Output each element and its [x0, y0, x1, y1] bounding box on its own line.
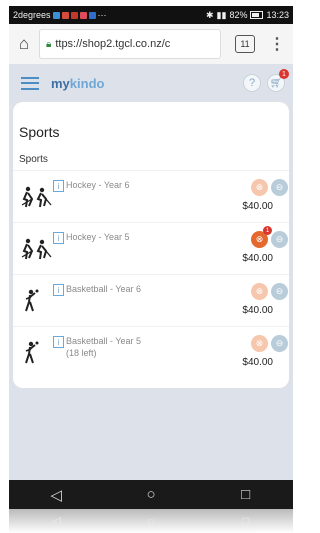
hockey-icon: [21, 186, 52, 208]
browser-menu-icon[interactable]: ⋮: [269, 34, 285, 54]
remove-from-cart-button[interactable]: ⊖: [271, 283, 288, 300]
mykindo-logo[interactable]: mykindo: [51, 76, 104, 91]
cart-count-badge: 1: [279, 69, 289, 79]
notification-icon: [61, 11, 69, 19]
cart-button[interactable]: 🛒︎ 1: [267, 69, 289, 92]
item-name[interactable]: Hockey - Year 5: [66, 232, 130, 242]
url-text: ttps://shop2.tgcl.co.nz/c: [55, 38, 171, 50]
hamburger-menu-icon[interactable]: [21, 76, 39, 90]
info-icon[interactable]: i: [53, 232, 64, 244]
shop-content-card: Sports Sports i Hockey - Year 6 ⊗ ⊖ $40.…: [13, 102, 289, 388]
section-title: Sports: [19, 154, 48, 165]
item-stock-note: (18 left): [66, 348, 97, 358]
item-price: $40.00: [242, 357, 273, 368]
notification-icon: [88, 11, 96, 19]
item-price: $40.00: [242, 201, 273, 212]
basketball-icon: [25, 341, 39, 364]
more-notifications-icon: ···: [97, 10, 107, 20]
info-icon[interactable]: i: [53, 284, 64, 296]
clock: 13:23: [266, 10, 289, 20]
info-icon[interactable]: i: [53, 180, 64, 192]
back-icon[interactable]: ◁: [36, 486, 76, 504]
notification-icon: [79, 11, 87, 19]
item-price: $40.00: [242, 305, 273, 316]
list-item[interactable]: i Basketball - Year 6 ⊗ ⊖ $40.00: [13, 274, 289, 327]
item-name[interactable]: Basketball - Year 6: [66, 284, 141, 294]
phone-screen: 2degrees ··· ✱ ▮▮ 82% 13:23 ⌂ 🔒︎ ttps://…: [9, 6, 293, 509]
carrier-label: 2degrees: [13, 10, 51, 20]
item-name[interactable]: Hockey - Year 6: [66, 180, 130, 190]
help-icon[interactable]: ?: [243, 74, 261, 92]
info-icon[interactable]: i: [53, 336, 64, 348]
basketball-icon: [25, 289, 39, 312]
remove-from-cart-button[interactable]: ⊖: [271, 335, 288, 352]
recents-icon-reflection: □: [242, 514, 250, 528]
notification-icon: [52, 11, 60, 19]
back-icon-reflection: ◁: [51, 514, 61, 528]
bluetooth-icon: ✱: [206, 9, 214, 20]
home-circle-icon[interactable]: ○: [131, 486, 171, 503]
page-title: Sports: [19, 124, 60, 140]
lock-icon: 🔒︎: [46, 38, 52, 50]
add-to-cart-button[interactable]: ⊗: [251, 283, 268, 300]
status-bar: 2degrees ··· ✱ ▮▮ 82% 13:23: [9, 6, 293, 24]
tab-switcher-button[interactable]: 11: [235, 35, 255, 53]
browser-toolbar: ⌂ 🔒︎ ttps://shop2.tgcl.co.nz/c 11 ⋮: [9, 24, 293, 65]
add-to-cart-button[interactable]: ⊗: [251, 179, 268, 196]
android-nav-bar: ◁ ○ □: [9, 480, 293, 509]
list-item[interactable]: i Basketball - Year 5 (18 left) ⊗ ⊖ $40.…: [13, 326, 289, 379]
item-cart-badge: 1: [263, 226, 272, 235]
list-item[interactable]: i Hockey - Year 5 ⊗ 1 ⊖ $40.00: [13, 222, 289, 275]
app-header: mykindo ? 🛒︎ 1: [9, 64, 293, 102]
remove-from-cart-button[interactable]: ⊖: [271, 231, 288, 248]
add-to-cart-button[interactable]: ⊗: [251, 335, 268, 352]
recents-icon[interactable]: □: [226, 486, 266, 503]
item-price: $40.00: [242, 253, 273, 264]
hockey-icon: [21, 238, 52, 260]
home-icon-reflection: ○: [147, 514, 155, 528]
screen-reflection: ◁ ○ □: [9, 509, 293, 533]
item-name[interactable]: Basketball - Year 5: [66, 336, 141, 346]
battery-label: 82%: [229, 10, 248, 20]
list-item[interactable]: i Hockey - Year 6 ⊗ ⊖ $40.00: [13, 170, 289, 223]
address-bar[interactable]: 🔒︎ ttps://shop2.tgcl.co.nz/c: [39, 29, 221, 59]
battery-icon: [250, 11, 264, 19]
home-icon[interactable]: ⌂: [9, 34, 39, 54]
remove-from-cart-button[interactable]: ⊖: [271, 179, 288, 196]
signal-icon: ▮▮: [216, 9, 227, 20]
notification-icon: [70, 11, 78, 19]
